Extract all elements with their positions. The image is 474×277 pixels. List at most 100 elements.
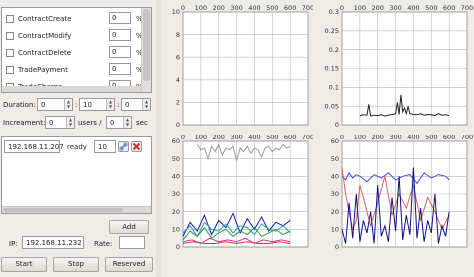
sec-label: sec	[136, 119, 148, 127]
host-status: ready	[67, 143, 87, 151]
scrollbar-thumb[interactable]	[143, 9, 150, 81]
x-tick-label: 600	[443, 4, 455, 12]
link-icon-glyph	[119, 142, 128, 151]
percent-field[interactable]: 0	[109, 12, 131, 24]
plot-bottom-left: 0 100 200 300 400 500 600 700 0 10 20 30 40 50 60	[172, 135, 313, 251]
x-tick-label: 300	[389, 4, 401, 12]
y-tick-label: 30	[331, 190, 339, 198]
x-tick-label: 600	[284, 4, 296, 12]
duration-minutes-value: 10	[83, 101, 92, 109]
checkbox[interactable]	[6, 15, 14, 23]
increment-label: Increament:	[3, 119, 46, 127]
y-tick-label: 20	[331, 208, 339, 216]
time-separator: :	[117, 101, 120, 109]
x-tick-label: 500	[266, 4, 278, 12]
spinner-arrows-icon[interactable]: ▲ ▼	[66, 117, 74, 128]
y-tick-label: 0.05	[325, 102, 339, 110]
y-tick-label: 10	[331, 226, 339, 234]
y-tick-label: 40	[172, 173, 180, 181]
percent-field[interactable]: 0	[109, 46, 131, 58]
x-tick-label: 200	[372, 135, 384, 141]
spinner-arrows-icon[interactable]: ▲ ▼	[123, 117, 131, 128]
percent-field[interactable]: 0	[109, 63, 131, 75]
list-item: ContractCreate 0 %	[2, 11, 143, 28]
x-tick-label: 700	[302, 4, 313, 12]
scrollbar-thumb[interactable]	[3, 208, 123, 212]
transaction-name: ContractCreate	[18, 15, 72, 23]
x-tick-label: 100	[195, 135, 207, 141]
percent-field[interactable]: 0	[109, 29, 131, 41]
y-tick-label: 30	[172, 190, 180, 198]
duration-label: Duration:	[3, 101, 36, 109]
remove-icon[interactable]	[131, 141, 142, 152]
spinner-arrows-icon[interactable]: ▲ ▼	[142, 99, 150, 110]
y-tick-label: 40	[331, 173, 339, 181]
y-tick-label: 10	[172, 8, 180, 16]
increment-interval-spinner[interactable]: 0 ▲ ▼	[106, 116, 132, 129]
duration-hours-spinner[interactable]: 0 ▲ ▼	[37, 98, 73, 111]
rate-field[interactable]	[119, 236, 145, 249]
ip-field[interactable]: 192.168.11.232	[22, 236, 84, 249]
plot-top-right: 0 100 200 300 400 500 600 700 0 0.05 0.1 0.15 0.2 0.2…	[325, 4, 474, 129]
transaction-name: TradePayment	[18, 66, 68, 74]
stop-button[interactable]: Stop	[53, 257, 99, 272]
y-tick-label: 8	[176, 31, 180, 39]
link-icon[interactable]	[118, 141, 129, 152]
list-item: ContractDelete 0 %	[2, 45, 143, 62]
add-button[interactable]: Add	[109, 220, 149, 234]
spinner-arrows-icon[interactable]: ▲ ▼	[106, 99, 114, 110]
x-tick-label: 400	[407, 135, 419, 141]
y-tick-label: 0	[335, 243, 339, 251]
x-tick-label: 400	[248, 4, 260, 12]
y-tick-label: 0	[176, 121, 180, 129]
plot-bottom-right: 0 100 200 300 400 500 600 700 0 10 20 30 40 50 60	[331, 135, 473, 251]
checkbox[interactable]	[6, 49, 14, 57]
x-tick-label: 300	[230, 4, 242, 12]
duration-seconds-spinner[interactable]: 0 ▲ ▼	[121, 98, 151, 111]
x-tick-label: 500	[425, 135, 437, 141]
increment-users-spinner[interactable]: 0 ▲ ▼	[45, 116, 75, 129]
x-tick-label: 100	[195, 4, 207, 12]
y-tick-label: 0	[176, 243, 180, 251]
spinner-arrows-icon[interactable]: ▲ ▼	[64, 99, 72, 110]
checkbox[interactable]	[6, 32, 14, 40]
vertical-scrollbar[interactable]	[141, 8, 151, 92]
y-tick-label: 60	[331, 137, 339, 145]
red-x-icon	[132, 142, 141, 151]
reserved-button[interactable]: Reserved	[105, 257, 153, 272]
y-tick-label: 60	[172, 137, 180, 145]
list-item[interactable]: 192.168.11.207 ready 10	[3, 139, 143, 155]
duration-minutes-spinner[interactable]: 10 ▲ ▼	[79, 98, 115, 111]
x-tick-label: 300	[389, 135, 401, 141]
list-item: TradePayment 0 %	[2, 62, 143, 79]
horizontal-scrollbar[interactable]	[2, 86, 142, 92]
host-ip-field[interactable]: 192.168.11.207	[4, 140, 64, 153]
x-tick-label: 600	[443, 135, 455, 141]
x-tick-label: 700	[461, 135, 473, 141]
host-count-field[interactable]: 10	[94, 140, 116, 153]
checkbox[interactable]	[6, 66, 14, 74]
x-tick-label: 100	[354, 135, 366, 141]
x-tick-label: 0	[181, 4, 185, 12]
x-tick-label: 0	[340, 135, 344, 141]
x-tick-label: 500	[266, 135, 278, 141]
x-tick-label: 400	[248, 135, 260, 141]
y-tick-label: 0.15	[325, 65, 339, 73]
y-tick-label: 2	[176, 99, 180, 107]
ip-label: IP:	[9, 240, 18, 248]
y-tick-label: 4	[176, 76, 180, 84]
x-tick-label: 600	[284, 135, 296, 141]
y-tick-label: 0.2	[329, 46, 339, 54]
x-tick-label: 300	[230, 135, 242, 141]
y-tick-label: 50	[172, 155, 180, 163]
x-tick-label: 0	[181, 135, 185, 141]
x-tick-label: 500	[425, 4, 437, 12]
start-button[interactable]: Start	[1, 257, 47, 272]
y-tick-label: 0.1	[329, 84, 339, 92]
x-tick-label: 100	[354, 4, 366, 12]
horizontal-scrollbar[interactable]	[2, 206, 151, 213]
y-tick-label: 6	[176, 53, 180, 61]
time-separator: :	[75, 101, 78, 109]
list-item: ContractModify 0 %	[2, 28, 143, 45]
panel-splitter[interactable]	[156, 0, 161, 277]
